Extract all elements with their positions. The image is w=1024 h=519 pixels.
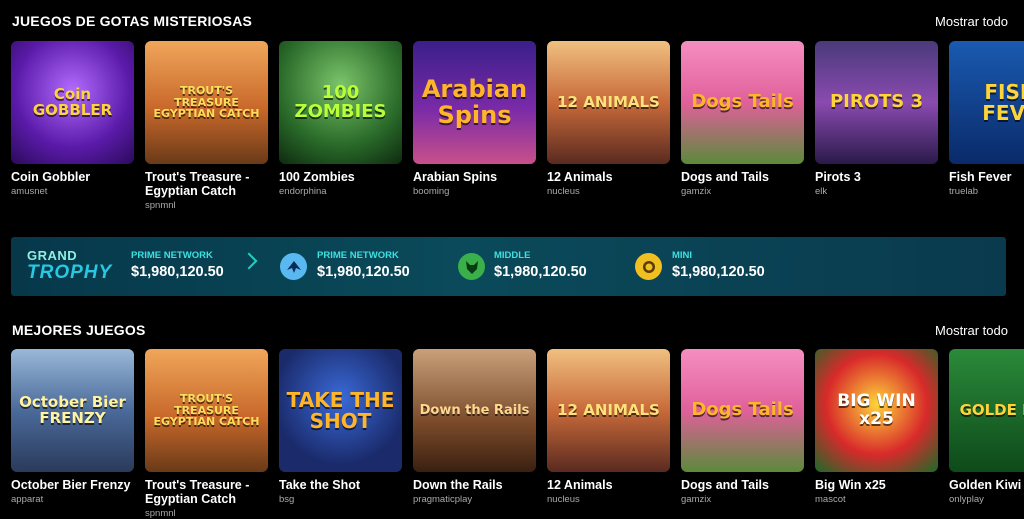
show-all-link[interactable]: Mostrar todo bbox=[935, 323, 1008, 338]
game-card-fish-fever[interactable]: FISH FEVE Fish Fever truelab bbox=[949, 41, 1024, 211]
game-provider: endorphina bbox=[279, 186, 327, 197]
show-all-link[interactable]: Mostrar todo bbox=[935, 14, 1008, 29]
game-provider: pragmaticplay bbox=[413, 494, 473, 505]
section-title: JUEGOS DE GOTAS MISTERIOSAS bbox=[12, 13, 253, 29]
jackpot-tier-value: $1,980,120.50 bbox=[317, 264, 410, 280]
section-title: MEJORES JUEGOS bbox=[12, 322, 146, 338]
jackpot-banner[interactable]: GRAND TROPHY PRIME NETWORK $1,980,120.50… bbox=[11, 237, 1006, 296]
game-provider: booming bbox=[413, 186, 450, 197]
game-provider: truelab bbox=[949, 186, 979, 197]
games-row-mystery-drops: Coin GOBBLER Coin Gobbler amusnet TROUT'… bbox=[11, 41, 1024, 211]
game-provider: apparat bbox=[11, 494, 44, 505]
wolf-icon bbox=[458, 253, 485, 280]
game-title: Fish Fever bbox=[949, 170, 1012, 184]
game-title: October Bier Frenzy bbox=[11, 478, 131, 492]
game-thumbnail[interactable]: 100 ZOMBIES bbox=[279, 41, 402, 164]
lion-icon bbox=[635, 253, 662, 280]
game-card-take-the-shot[interactable]: TAKE THE SHOT Take the Shot bsg bbox=[279, 349, 402, 519]
game-provider: bsg bbox=[279, 494, 295, 505]
game-card-12-animals[interactable]: 12 ANIMALS 12 Animals nucleus bbox=[547, 41, 670, 211]
game-title: 12 Animals bbox=[547, 170, 613, 184]
game-card-arabian-spins[interactable]: Arabian Spins Arabian Spins booming bbox=[413, 41, 536, 211]
grand-trophy-logo: GRAND TROPHY bbox=[27, 248, 113, 283]
game-title: Coin Gobbler bbox=[11, 170, 91, 184]
jackpot-tier-value: $1,980,120.50 bbox=[494, 264, 587, 280]
jackpot-tier-value: $1,980,120.50 bbox=[672, 264, 765, 280]
jackpot-tier-value: $1,980,120.50 bbox=[131, 264, 224, 280]
jackpot-tier: PRIME NETWORK $1,980,120.50 bbox=[317, 250, 410, 280]
games-row-top-games: October Bier FRENZY October Bier Frenzy … bbox=[11, 349, 1024, 519]
game-provider: mascot bbox=[815, 494, 846, 505]
game-title: 12 Animals bbox=[547, 478, 613, 492]
section-header-mystery-drops: JUEGOS DE GOTAS MISTERIOSAS Mostrar todo bbox=[12, 9, 1008, 33]
game-thumbnail[interactable]: Dogs Tails bbox=[681, 41, 804, 164]
game-thumbnail[interactable]: TROUT'S TREASURE EGYPTIAN CATCH bbox=[145, 41, 268, 164]
game-card-trouts-treasure[interactable]: TROUT'S TREASURE EGYPTIAN CATCH Trout's … bbox=[145, 349, 268, 519]
game-card-coin-gobbler[interactable]: Coin GOBBLER Coin Gobbler amusnet bbox=[11, 41, 134, 211]
game-provider: gamzix bbox=[681, 494, 712, 505]
chevron-right-icon bbox=[240, 252, 258, 270]
jackpot-tier-label: MIDDLE bbox=[494, 250, 531, 261]
game-title: Dogs and Tails bbox=[681, 478, 769, 492]
game-provider: nucleus bbox=[547, 186, 580, 197]
game-thumbnail[interactable]: FISH FEVE bbox=[949, 41, 1024, 164]
jackpot-tier: PRIME NETWORK $1,980,120.50 bbox=[131, 250, 224, 280]
game-title: 100 Zombies bbox=[279, 170, 355, 184]
eagle-icon bbox=[280, 253, 307, 280]
game-thumbnail[interactable]: Down the Rails bbox=[413, 349, 536, 472]
game-provider: onlyplay bbox=[949, 494, 984, 505]
game-card-down-the-rails[interactable]: Down the Rails Down the Rails pragmaticp… bbox=[413, 349, 536, 519]
game-provider: amusnet bbox=[11, 186, 48, 197]
game-card-trouts-treasure[interactable]: TROUT'S TREASURE EGYPTIAN CATCH Trout's … bbox=[145, 41, 268, 211]
game-thumbnail[interactable]: Arabian Spins bbox=[413, 41, 536, 164]
jackpot-tier: MIDDLE $1,980,120.50 bbox=[494, 250, 587, 280]
jackpot-tier-label: PRIME NETWORK bbox=[131, 250, 213, 261]
game-provider: gamzix bbox=[681, 186, 712, 197]
game-title: Big Win x25 bbox=[815, 478, 886, 492]
game-card-dogs-and-tails[interactable]: Dogs Tails Dogs and Tails gamzix bbox=[681, 41, 804, 211]
game-title: Take the Shot bbox=[279, 478, 361, 492]
game-card-october-bier-frenzy[interactable]: October Bier FRENZY October Bier Frenzy … bbox=[11, 349, 134, 519]
game-provider: nucleus bbox=[547, 494, 580, 505]
jackpot-tier: MINI $1,980,120.50 bbox=[672, 250, 765, 280]
game-provider: elk bbox=[815, 186, 828, 197]
game-card-pirots-3[interactable]: PIROTS 3 Pirots 3 elk bbox=[815, 41, 938, 211]
game-title: Trout's Treasure - Egyptian Catch bbox=[145, 170, 250, 198]
jackpot-tier-label: MINI bbox=[672, 250, 693, 261]
game-title: Trout's Treasure - Egyptian Catch bbox=[145, 478, 250, 506]
game-card-dogs-and-tails[interactable]: Dogs Tails Dogs and Tails gamzix bbox=[681, 349, 804, 519]
game-thumbnail[interactable]: GOLDE KIWI bbox=[949, 349, 1024, 472]
game-thumbnail[interactable]: TAKE THE SHOT bbox=[279, 349, 402, 472]
game-card-golden-kiwi[interactable]: GOLDE KIWI Golden Kiwi onlyplay bbox=[949, 349, 1024, 519]
game-provider: spnmnl bbox=[145, 200, 176, 211]
game-title: Dogs and Tails bbox=[681, 170, 769, 184]
game-thumbnail[interactable]: Dogs Tails bbox=[681, 349, 804, 472]
game-thumbnail[interactable]: TROUT'S TREASURE EGYPTIAN CATCH bbox=[145, 349, 268, 472]
game-thumbnail[interactable]: Coin GOBBLER bbox=[11, 41, 134, 164]
game-card-12-animals[interactable]: 12 ANIMALS 12 Animals nucleus bbox=[547, 349, 670, 519]
game-thumbnail[interactable]: BIG WIN x25 bbox=[815, 349, 938, 472]
game-title: Golden Kiwi bbox=[949, 478, 1022, 492]
game-title: Pirots 3 bbox=[815, 170, 861, 184]
game-card-big-win-x25[interactable]: BIG WIN x25 Big Win x25 mascot bbox=[815, 349, 938, 519]
section-header-top-games: MEJORES JUEGOS Mostrar todo bbox=[12, 318, 1008, 342]
game-thumbnail[interactable]: 12 ANIMALS bbox=[547, 349, 670, 472]
game-thumbnail[interactable]: 12 ANIMALS bbox=[547, 41, 670, 164]
jackpot-tier-label: PRIME NETWORK bbox=[317, 250, 399, 261]
game-title: Arabian Spins bbox=[413, 170, 498, 184]
game-card-100-zombies[interactable]: 100 ZOMBIES 100 Zombies endorphina bbox=[279, 41, 402, 211]
game-provider: spnmnl bbox=[145, 508, 176, 519]
game-title: Down the Rails bbox=[413, 478, 503, 492]
game-thumbnail[interactable]: PIROTS 3 bbox=[815, 41, 938, 164]
game-thumbnail[interactable]: October Bier FRENZY bbox=[11, 349, 134, 472]
